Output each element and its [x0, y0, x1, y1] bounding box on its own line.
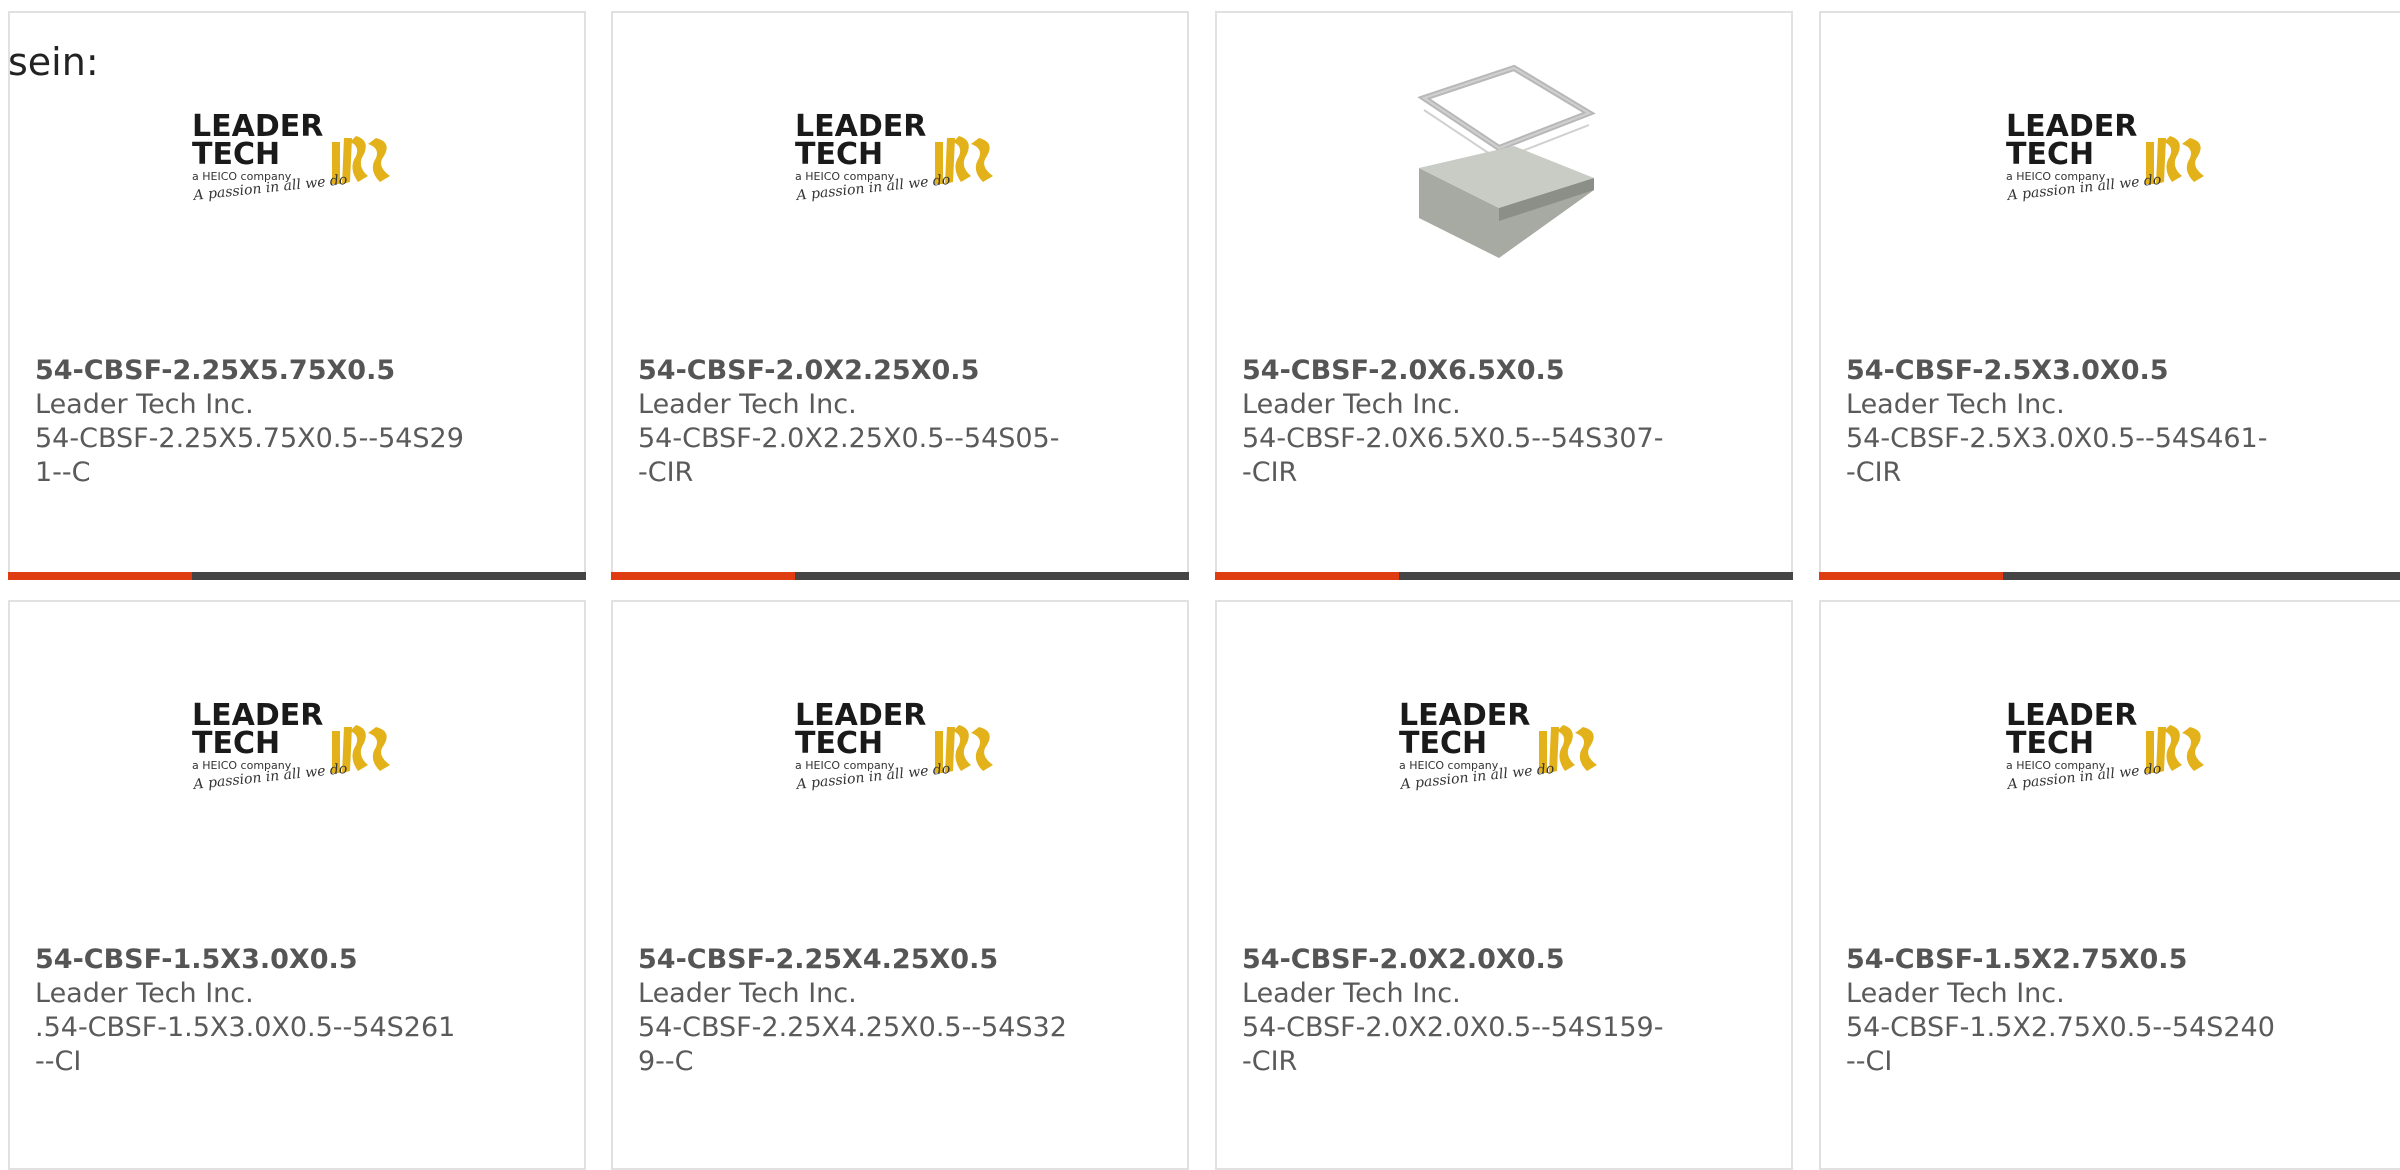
product-info: 54-CBSF-2.25X4.25X0.5 Leader Tech Inc. 5… — [638, 943, 1098, 1079]
product-title[interactable]: 54-CBSF-2.5X3.0X0.5 — [1846, 354, 2306, 388]
product-info: 54-CBSF-2.0X2.25X0.5 Leader Tech Inc. 54… — [638, 354, 1098, 490]
part-number: 54-CBSF-2.0X2.0X0.5--54S159--CIR — [1242, 1012, 1664, 1077]
part-number: 54-CBSF-2.5X3.0X0.5--54S461--CIR — [1846, 423, 2268, 488]
card-bottom-bar — [1215, 572, 1793, 580]
product-title[interactable]: 54-CBSF-2.25X4.25X0.5 — [638, 943, 1098, 977]
product-info: 54-CBSF-1.5X2.75X0.5 Leader Tech Inc. 54… — [1846, 943, 2306, 1079]
manufacturer: Leader Tech Inc. — [1242, 389, 1461, 420]
part-number: 54-CBSF-1.5X2.75X0.5--54S240--CI — [1846, 1012, 2275, 1077]
part-number: 54-CBSF-2.25X5.75X0.5--54S291--C — [35, 423, 464, 488]
svg-text:TECH: TECH — [192, 726, 280, 761]
leader-tech-logo: LEADER TECH a HEICO company A passion in… — [2006, 698, 2204, 793]
card-accent-bar — [1215, 572, 1399, 580]
product-info: 54-CBSF-2.0X2.0X0.5 Leader Tech Inc. 54-… — [1242, 943, 1702, 1079]
product-title[interactable]: 54-CBSF-2.25X5.75X0.5 — [35, 354, 495, 388]
product-image: LEADER TECH a HEICO company A passion in… — [10, 602, 584, 902]
product-title[interactable]: 54-CBSF-1.5X3.0X0.5 — [35, 943, 495, 977]
product-card[interactable]: LEADER TECH a HEICO company A passion in… — [1819, 600, 2400, 1170]
shield-can-photo — [1417, 64, 1596, 258]
product-image: LEADER TECH a HEICO company A passion in… — [1217, 602, 1791, 902]
product-card[interactable]: 54-CBSF-2.0X6.5X0.5 Leader Tech Inc. 54-… — [1215, 11, 1793, 580]
part-number: 54-CBSF-2.25X4.25X0.5--54S329--C — [638, 1012, 1067, 1077]
manufacturer: Leader Tech Inc. — [35, 389, 254, 420]
product-info: 54-CBSF-2.25X5.75X0.5 Leader Tech Inc. 5… — [35, 354, 495, 490]
card-bottom-bar — [8, 572, 586, 580]
product-image: LEADER TECH a HEICO company A passion in… — [1821, 602, 2400, 902]
manufacturer: Leader Tech Inc. — [1242, 978, 1461, 1009]
product-image — [1217, 13, 1791, 313]
product-title[interactable]: 54-CBSF-2.0X2.25X0.5 — [638, 354, 1098, 388]
leader-tech-logo: LEADER TECH a HEICO company A passion in… — [192, 698, 390, 793]
svg-text:TECH: TECH — [2006, 137, 2094, 172]
svg-text:TECH: TECH — [795, 726, 883, 761]
manufacturer: Leader Tech Inc. — [638, 978, 857, 1009]
card-accent-bar — [1819, 572, 2003, 580]
product-grid: LEADER TECH a HEICO company A passion in… — [0, 0, 2400, 1170]
card-accent-bar — [8, 572, 192, 580]
leader-tech-logo: LEADER TECH a HEICO company A passion in… — [795, 109, 993, 204]
leader-tech-logo: LEADER TECH a HEICO company A passion in… — [192, 109, 390, 204]
product-title[interactable]: 54-CBSF-1.5X2.75X0.5 — [1846, 943, 2306, 977]
product-card[interactable]: LEADER TECH a HEICO company A passion in… — [611, 600, 1189, 1170]
svg-text:TECH: TECH — [1399, 726, 1487, 761]
product-info: 54-CBSF-1.5X3.0X0.5 Leader Tech Inc. .54… — [35, 943, 495, 1079]
product-image: LEADER TECH a HEICO company A passion in… — [613, 13, 1187, 313]
part-number: 54-CBSF-2.0X6.5X0.5--54S307--CIR — [1242, 423, 1664, 488]
product-title[interactable]: 54-CBSF-2.0X6.5X0.5 — [1242, 354, 1702, 388]
svg-text:TECH: TECH — [2006, 726, 2094, 761]
product-card[interactable]: LEADER TECH a HEICO company A passion in… — [1819, 11, 2400, 580]
part-number: 54-CBSF-2.0X2.25X0.5--54S05--CIR — [638, 423, 1060, 488]
manufacturer: Leader Tech Inc. — [638, 389, 857, 420]
part-number: .54-CBSF-1.5X3.0X0.5--54S261--CI — [35, 1012, 456, 1077]
section-heading: sein: — [8, 40, 99, 84]
svg-text:TECH: TECH — [192, 137, 280, 172]
product-card[interactable]: LEADER TECH a HEICO company A passion in… — [611, 11, 1189, 580]
manufacturer: Leader Tech Inc. — [1846, 389, 2065, 420]
leader-tech-logo: LEADER TECH a HEICO company A passion in… — [1399, 698, 1597, 793]
product-title[interactable]: 54-CBSF-2.0X2.0X0.5 — [1242, 943, 1702, 977]
card-bottom-bar — [611, 572, 1189, 580]
product-card[interactable]: LEADER TECH a HEICO company A passion in… — [8, 11, 586, 580]
product-image: LEADER TECH a HEICO company A passion in… — [1821, 13, 2400, 313]
svg-text:TECH: TECH — [795, 137, 883, 172]
product-info: 54-CBSF-2.0X6.5X0.5 Leader Tech Inc. 54-… — [1242, 354, 1702, 490]
leader-tech-logo: LEADER TECH a HEICO company A passion in… — [2006, 109, 2204, 204]
product-card[interactable]: LEADER TECH a HEICO company A passion in… — [1215, 600, 1793, 1170]
leader-tech-logo: LEADER TECH a HEICO company A passion in… — [795, 698, 993, 793]
product-card[interactable]: LEADER TECH a HEICO company A passion in… — [8, 600, 586, 1170]
product-image: LEADER TECH a HEICO company A passion in… — [613, 602, 1187, 902]
card-accent-bar — [611, 572, 795, 580]
manufacturer: Leader Tech Inc. — [1846, 978, 2065, 1009]
manufacturer: Leader Tech Inc. — [35, 978, 254, 1009]
product-info: 54-CBSF-2.5X3.0X0.5 Leader Tech Inc. 54-… — [1846, 354, 2306, 490]
card-bottom-bar — [1819, 572, 2400, 580]
